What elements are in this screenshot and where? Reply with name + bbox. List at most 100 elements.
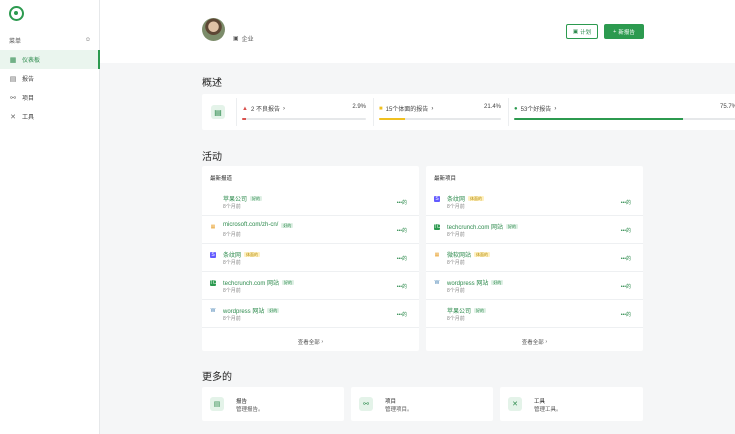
item-name-wrap: techcrunch.com 网站 好的 [223, 278, 295, 287]
wordpress-icon: W [210, 308, 216, 314]
latest-projects-card: 最新项目 S 条纹网 体面的 8个月前 •••的 TC techcrunch.com 网站好… [426, 166, 643, 351]
menu-label: 菜单 [9, 38, 22, 45]
item-name[interactable]: wordpress 网站 [447, 278, 488, 287]
plan-button[interactable]: ▣ 计划 [566, 24, 598, 39]
calendar-icon: ▣ [572, 28, 579, 35]
plus-icon: + [613, 28, 617, 35]
progress-bar [379, 118, 501, 120]
latest-reports-title: 最新报道 [210, 176, 233, 182]
more-menu-button[interactable]: •••的 [621, 311, 631, 318]
circle-icon: ● [514, 105, 518, 112]
new-report-label: 新报告 [618, 29, 635, 36]
overview-title: 概述 [202, 78, 222, 89]
grid-icon: ▦ [9, 56, 17, 64]
more-menu-button[interactable]: •••的 [397, 255, 407, 262]
status-badge: 好的 [281, 222, 294, 228]
microsoft-icon: ▦ [210, 224, 216, 230]
more-card-desc: 管理工具。 [534, 407, 562, 413]
item-name-wrap: 微软网站 体面的 [447, 250, 491, 259]
sidebar-item-reports[interactable]: ▤ 报告 [0, 69, 100, 88]
new-report-button[interactable]: + 新报告 [604, 24, 644, 39]
wordpress-icon: W [434, 280, 440, 286]
more-menu-button[interactable]: •••的 [621, 283, 631, 290]
status-badge: 体面的 [468, 196, 485, 201]
sidebar-item-tools[interactable]: ✕ 工具 [0, 107, 100, 126]
sidebar-item-dashboard[interactable]: ▦ 仪表板 [0, 50, 100, 69]
good-reports-label: 53个好报告 [520, 107, 552, 113]
item-name[interactable]: 苹果公司 [447, 306, 471, 315]
menu-header: 菜单 ☺ [9, 35, 91, 45]
stripe-icon: S [434, 196, 440, 202]
more-menu-button[interactable]: •••的 [397, 311, 407, 318]
logo-icon[interactable] [9, 6, 24, 21]
bad-reports-label: 2 不良报告 [250, 107, 280, 113]
item-name[interactable]: wordpress 网站 [223, 306, 264, 315]
item-name[interactable]: 苹果公司 [223, 194, 247, 203]
more-card-title: 项目 [385, 399, 397, 405]
main-content: 概述 ▤ ▲ 2 不良报告 › 2.9% ■ 15个体面的报告 › 21.4% ● 53个… [100, 63, 735, 434]
overview-good-reports[interactable]: ●53个好报告› 75.7% [508, 94, 735, 130]
item-name[interactable]: 条纹网 [447, 194, 465, 203]
list-item[interactable]: 苹果公司 好的 8个月前 •••的 [426, 300, 643, 328]
more-menu-button[interactable]: •••的 [621, 227, 631, 234]
more-card-tools[interactable]: ✕ 工具 管理工具。 [500, 387, 643, 421]
chevron-right-icon: › [554, 105, 557, 112]
list-item[interactable]: S 条纹网 体面的 8个月前 •••的 [202, 244, 419, 272]
view-all-label: 查看全部 [521, 340, 544, 346]
item-time: 8个月前 [223, 232, 241, 238]
item-name[interactable]: techcrunch.com 网站 [223, 278, 279, 287]
plan-label: 计划 [580, 29, 592, 36]
item-name[interactable]: techcrunch.com 网站 [447, 222, 503, 231]
warning-triangle-icon: ▲ [242, 105, 248, 112]
progress-fill [242, 118, 246, 120]
list-item[interactable]: ▦ 微软网站 体面的 8个月前 •••的 [426, 244, 643, 272]
smiley-icon[interactable]: ☺ [85, 37, 91, 43]
list-item[interactable]: 苹果公司 好的 8个月前 •••的 [202, 188, 419, 216]
list-item[interactable]: S 条纹网 体面的 8个月前 •••的 [426, 188, 643, 216]
latest-reports-card: 最新报道 苹果公司 好的 8个月前 •••的 ▦ microsoft.com/zh-cn/… [202, 166, 419, 351]
list-item[interactable]: TC techcrunch.com 网站 好的 8个月前 •••的 [202, 272, 419, 300]
more-menu-button[interactable]: •••的 [397, 227, 407, 234]
apple-icon [434, 308, 440, 314]
view-all-projects-link[interactable]: 查看全部 › [426, 333, 643, 351]
bad-reports-percent: 2.9% [352, 104, 366, 110]
sidebar-item-label: 仪表板 [22, 58, 41, 64]
more-menu-button[interactable]: •••的 [397, 283, 407, 290]
sidebar-item-projects[interactable]: ⚯ 项目 [0, 88, 100, 107]
view-all-reports-link[interactable]: 查看全部 › [202, 333, 419, 351]
list-item[interactable]: Wwordpress 网站 好的 8个月前 •••的 [202, 300, 419, 328]
avatar[interactable] [202, 18, 225, 41]
square-icon: ■ [379, 105, 383, 112]
more-title: 更多的 [202, 372, 232, 383]
item-name[interactable]: microsoft.com/zh-cn/ [223, 222, 278, 228]
item-time: 8个月前 [223, 204, 241, 210]
calendar-icon: ▣ [233, 36, 239, 42]
report-icon: ▤ [9, 75, 17, 83]
apple-icon [210, 196, 216, 202]
item-name-wrap: 条纹网 体面的 [447, 194, 485, 203]
item-time: 8个月前 [223, 316, 241, 322]
item-name-wrap: wordpress 网站 好的 [223, 306, 280, 315]
chevron-right-icon: › [282, 105, 285, 112]
activity-title: 活动 [202, 152, 222, 163]
tools-icon: ✕ [508, 397, 522, 411]
more-card-reports[interactable]: ▤ 报告 管理报告。 [202, 387, 344, 421]
more-card-projects[interactable]: ⚯ 项目 管理项目。 [351, 387, 493, 421]
more-menu-button[interactable]: •••的 [621, 255, 631, 262]
overview-bad-reports[interactable]: ▲ 2 不良报告 › 2.9% [236, 94, 372, 130]
project-icon: ⚯ [10, 94, 16, 102]
sidebar-item-label: 工具 [22, 115, 35, 121]
techcrunch-icon: TC [209, 280, 217, 286]
sidebar: 菜单 ☺ ▦ 仪表板 ▤ 报告 ⚯ 项目 ✕ 工具 [0, 0, 100, 434]
more-menu-button[interactable]: •••的 [397, 199, 407, 206]
chevron-right-icon: › [431, 105, 434, 112]
item-name-wrap: 条纹网 体面的 [223, 250, 261, 259]
more-menu-button[interactable]: •••的 [621, 199, 631, 206]
item-name[interactable]: 条纹网 [223, 250, 241, 259]
overview-decent-reports[interactable]: ■ 15个体面的报告 › 21.4% [373, 94, 507, 130]
item-name[interactable]: 微软网站 [447, 250, 471, 259]
list-item[interactable]: ▦ microsoft.com/zh-cn/好的 8个月前 •••的 [202, 216, 419, 244]
list-item[interactable]: TC techcrunch.com 网站 好的 8个月前 •••的 [426, 216, 643, 244]
list-item[interactable]: Wwordpress 网站 好的 8个月前 •••的 [426, 272, 643, 300]
status-badge: 好的 [250, 196, 263, 201]
